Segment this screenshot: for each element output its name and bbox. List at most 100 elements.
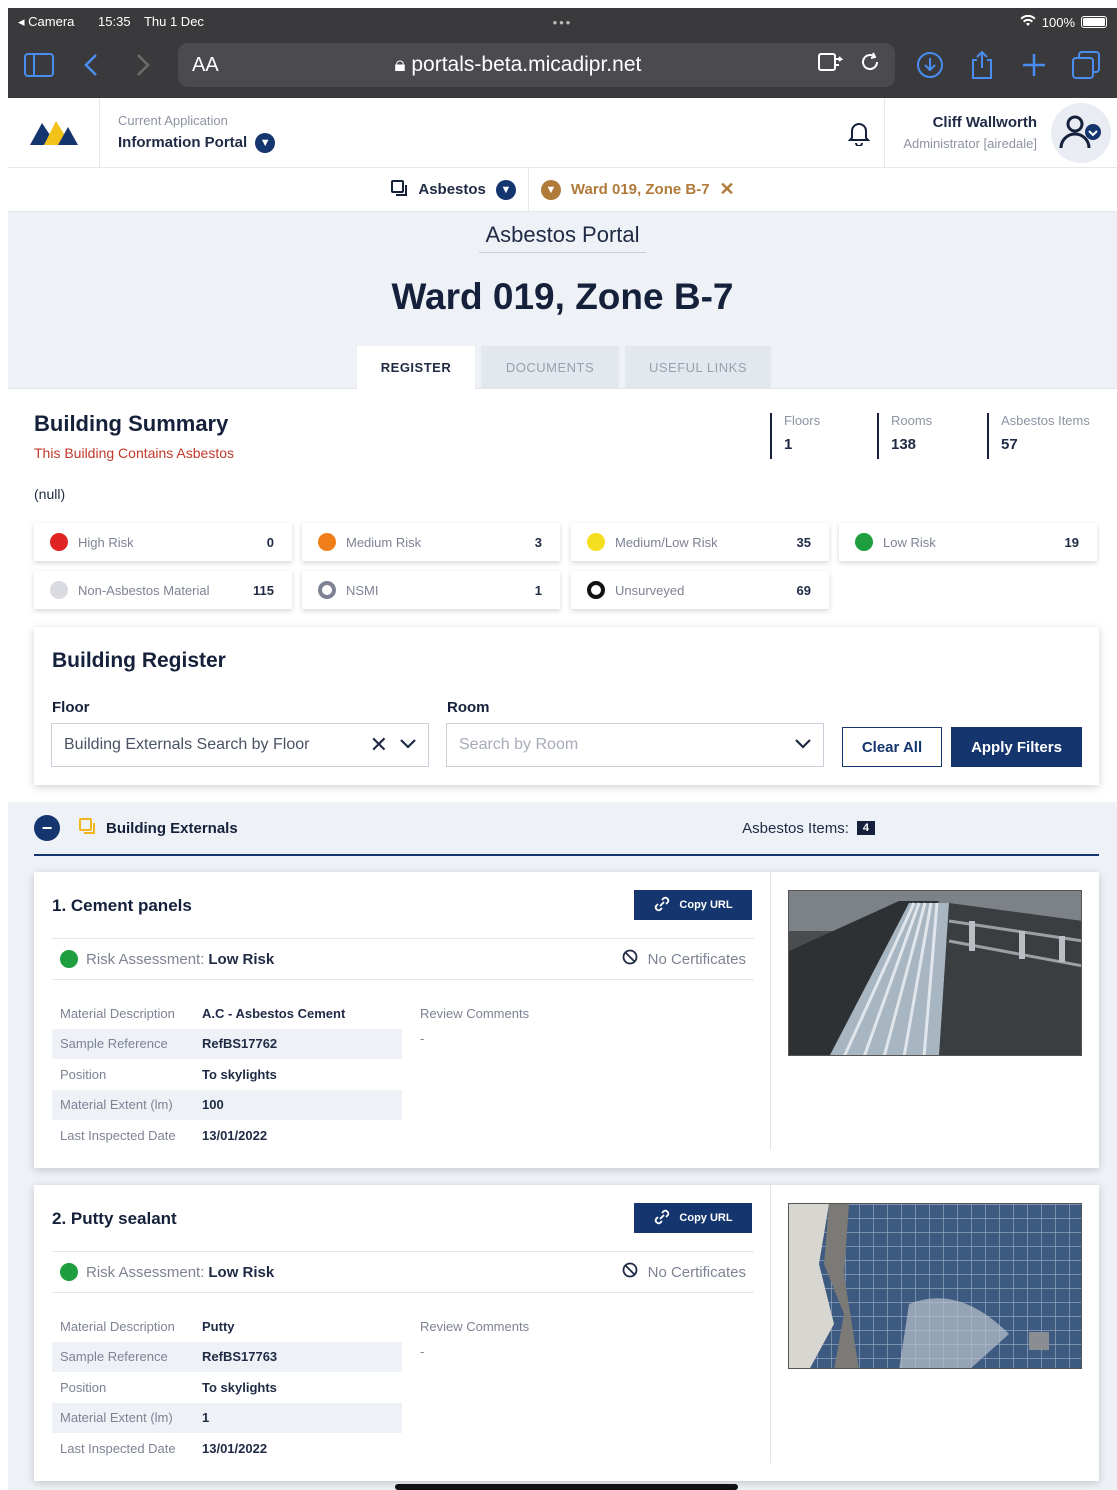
chevron-down-icon[interactable] [400, 736, 416, 754]
risk-ring-icon [587, 581, 605, 599]
user-avatar-icon[interactable] [1051, 102, 1111, 163]
risk-low[interactable]: Low Risk 19 [839, 523, 1097, 561]
copy-url-button[interactable]: Copy URL [634, 1203, 752, 1233]
building-summary: Building Summary This Building Contains … [8, 389, 1117, 802]
application-switcher[interactable]: Current Application Information Portal ▼ [100, 112, 276, 153]
floor-select[interactable]: Building Externals Search by Floor ✕ [51, 723, 429, 767]
extension-icon[interactable] [817, 51, 845, 79]
user-name: Cliff Wallworth [932, 114, 1037, 131]
tab-useful-links[interactable]: USEFUL LINKS [625, 346, 771, 389]
status-left: ◂ Camera 15:35 Thu 1 Dec [18, 14, 214, 30]
status-bar: ◂ Camera 15:35 Thu 1 Dec ••• 100% [8, 8, 1117, 36]
home-indicator[interactable] [395, 1484, 738, 1490]
notifications-bell-icon[interactable] [833, 98, 886, 167]
copy-pages-icon [78, 817, 96, 839]
clear-icon[interactable]: ✕ [370, 732, 388, 758]
close-icon[interactable]: ✕ [720, 179, 735, 200]
tabs: REGISTER DOCUMENTS USEFUL LINKS [357, 346, 771, 389]
risk-dot-icon [855, 533, 873, 551]
risk-dot-icon [50, 581, 68, 599]
lock-icon: 🔒︎ [394, 53, 406, 76]
breadcrumb-module[interactable]: Asbestos ▼ [378, 168, 529, 211]
building-externals-section: − Building Externals Asbestos Items: 4 1… [8, 802, 1117, 1490]
header-right: Cliff Wallworth Administrator [airedale] [833, 98, 1117, 167]
item-photo[interactable] [788, 1203, 1082, 1369]
low-risk-dot-icon [60, 1263, 78, 1281]
prohibited-icon [622, 949, 638, 969]
url-text: 🔒︎ portals-beta.micadipr.net [394, 53, 642, 76]
risk-high[interactable]: High Risk 0 [34, 523, 292, 561]
sidebar-icon[interactable] [22, 48, 56, 82]
share-icon[interactable] [965, 48, 999, 82]
item-photo[interactable] [788, 890, 1082, 1056]
copy-url-button[interactable]: Copy URL [634, 890, 752, 920]
chevron-down-icon[interactable]: ▼ [255, 132, 276, 153]
breadcrumb-location[interactable]: ▼ Ward 019, Zone B-7 ✕ [529, 168, 747, 211]
battery-icon [1081, 16, 1107, 28]
prop-row: Position To skylights [60, 1066, 277, 1082]
tab-documents[interactable]: DOCUMENTS [481, 346, 619, 389]
summary-warning: This Building Contains Asbestos [34, 445, 234, 461]
reload-icon[interactable] [859, 51, 881, 79]
clear-all-button[interactable]: Clear All [842, 727, 942, 767]
divider [770, 1185, 771, 1463]
floor-label: Floor [52, 699, 90, 716]
download-icon[interactable] [913, 48, 947, 82]
current-app-value[interactable]: Information Portal ▼ [118, 132, 276, 153]
item-properties: Material Description Putty Sample Referen… [52, 1311, 402, 1464]
risk-assessment-row: Risk Assessment: Low Risk No Certificate… [52, 938, 754, 980]
item-properties: Material Description A.C - Asbestos Cemen… [52, 998, 402, 1151]
prohibited-icon [622, 1262, 638, 1282]
room-label: Room [447, 699, 490, 716]
risk-assessment-row: Risk Assessment: Low Risk No Certificate… [52, 1251, 754, 1293]
status-date: Thu 1 Dec [143, 14, 204, 29]
asbestos-items-count: Asbestos Items: 4 [742, 820, 875, 837]
current-app-label: Current Application [118, 112, 228, 128]
forward-icon[interactable] [126, 48, 160, 82]
user-info[interactable]: Cliff Wallworth Administrator [airedale] [885, 114, 1051, 151]
link-icon [653, 895, 671, 916]
chevron-down-icon[interactable]: ▼ [495, 179, 516, 200]
chevron-down-icon[interactable] [795, 736, 811, 754]
chevron-down-icon[interactable]: ▼ [540, 179, 561, 200]
summary-note: (null) [34, 486, 66, 502]
new-tab-icon[interactable] [1017, 48, 1051, 82]
tab-register[interactable]: REGISTER [357, 346, 475, 389]
reader-options-button[interactable]: AA [192, 54, 219, 77]
address-bar[interactable]: AA 🔒︎ portals-beta.micadipr.net [178, 43, 895, 87]
building-register: Building Register Floor Room Building Ex… [34, 627, 1099, 785]
multitask-dots[interactable]: ••• [553, 15, 573, 30]
risk-value: Low Risk [208, 1263, 275, 1281]
tabs-overview-icon[interactable] [1069, 48, 1103, 82]
page-hero: Asbestos Portal Ward 019, Zone B-7 REGIS… [8, 212, 1117, 389]
collapse-icon[interactable]: − [34, 815, 60, 841]
company-logo[interactable] [8, 97, 100, 168]
risk-nsmi[interactable]: NSMI 1 [302, 571, 560, 609]
risk-medium[interactable]: Medium Risk 3 [302, 523, 560, 561]
prop-row: Material Extent (lm) 100 [52, 1089, 402, 1120]
prop-row: Material Extent (lm) 1 [52, 1402, 402, 1433]
breadcrumb: Asbestos ▼ ▼ Ward 019, Zone B-7 ✕ [8, 168, 1117, 212]
apply-filters-button[interactable]: Apply Filters [951, 727, 1082, 767]
register-title: Building Register [52, 649, 226, 672]
risk-unsurveyed[interactable]: Unsurveyed 69 [571, 571, 829, 609]
certificates-status: No Certificates [622, 1262, 746, 1282]
prop-row: Sample Reference RefBS17763 [52, 1341, 402, 1372]
browser-toolbar: AA 🔒︎ portals-beta.micadipr.net [8, 36, 1117, 94]
risk-non-asbestos[interactable]: Non-Asbestos Material 115 [34, 571, 292, 609]
prop-row: Last Inspected Date 13/01/2022 [60, 1127, 268, 1143]
copy-pages-icon [390, 179, 408, 201]
stat-asbestos-items: Asbestos Items 57 [987, 413, 1090, 459]
asbestos-item-card: 1. Cement panels Copy URL Risk Assessmen… [34, 872, 1099, 1168]
count-badge: 4 [856, 821, 875, 835]
section-title: Building Externals [78, 817, 238, 839]
back-to-app-link[interactable]: ◂ Camera [18, 14, 84, 29]
risk-medium-low[interactable]: Medium/Low Risk 35 [571, 523, 829, 561]
item-title: 2. Putty sealant [52, 1209, 177, 1228]
stat-floors: Floors 1 [770, 413, 820, 459]
asbestos-item-card: 2. Putty sealant Copy URL Risk Assessmen… [34, 1185, 1099, 1481]
prop-row: Material Description A.C - Asbestos Cemen… [60, 1005, 346, 1021]
room-select[interactable]: Search by Room [446, 723, 824, 767]
divider [770, 872, 771, 1150]
back-icon[interactable] [74, 48, 108, 82]
